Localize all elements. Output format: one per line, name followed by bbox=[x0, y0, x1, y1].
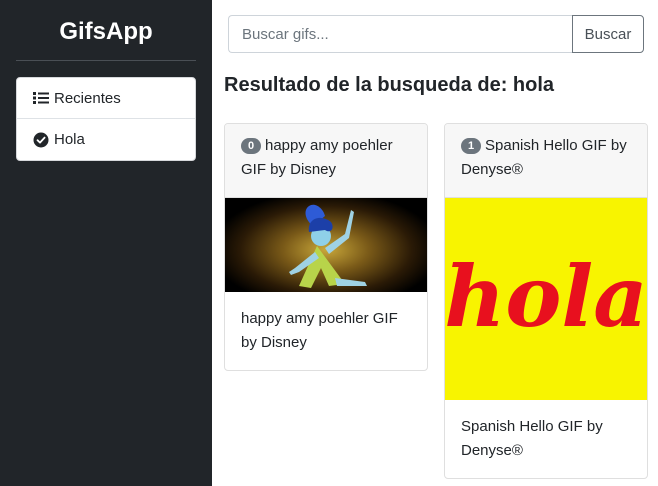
sidebar-item-label: Hola bbox=[54, 131, 85, 148]
gif-image[interactable] bbox=[225, 198, 427, 292]
card-title: happy amy poehler GIF by Disney bbox=[241, 137, 393, 178]
card-title: Spanish Hello GIF by Denyse® bbox=[461, 137, 627, 178]
search-button[interactable]: Buscar bbox=[572, 15, 644, 53]
card-header: 0 happy amy poehler GIF by Disney bbox=[225, 124, 427, 198]
sidebar-item-label: Recientes bbox=[54, 89, 121, 107]
history-list: Recientes Hola bbox=[16, 77, 196, 161]
index-badge: 0 bbox=[241, 138, 261, 154]
card-header: 1 Spanish Hello GIF by Denyse® bbox=[445, 124, 647, 198]
card-caption: Spanish Hello GIF by Denyse® bbox=[461, 418, 603, 459]
index-badge: 1 bbox=[461, 138, 481, 154]
search-input[interactable] bbox=[228, 15, 573, 53]
gif-card: 0 happy amy poehler GIF by Disney happy a… bbox=[224, 123, 428, 371]
sidebar: GifsApp Recientes Hola bbox=[0, 0, 212, 486]
card-caption: happy amy poehler GIF by Disney bbox=[241, 310, 398, 351]
gif-image[interactable]: hola bbox=[445, 198, 647, 400]
app-brand: GifsApp bbox=[16, 0, 196, 61]
check-circle-icon bbox=[33, 132, 49, 148]
hola-lettering: hola bbox=[445, 247, 647, 346]
sidebar-item-hola[interactable]: Hola bbox=[17, 119, 195, 160]
gif-card: 1 Spanish Hello GIF by Denyse® hola Spani… bbox=[444, 123, 648, 479]
list-icon bbox=[33, 90, 49, 106]
sidebar-item-recientes[interactable]: Recientes bbox=[17, 78, 195, 119]
results-title: Resultado de la busqueda de: hola bbox=[224, 74, 555, 96]
